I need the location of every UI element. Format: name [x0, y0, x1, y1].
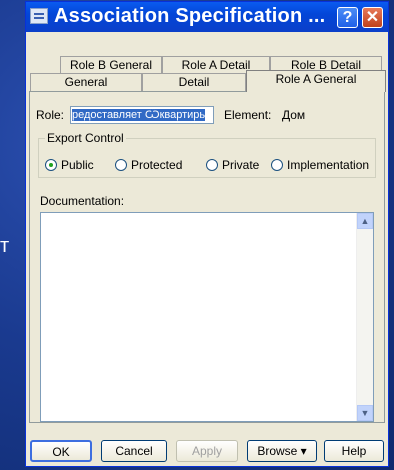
export-control-title: Export Control — [45, 131, 126, 145]
close-button[interactable]: ✕ — [362, 7, 383, 28]
window-title: Association Specification ... — [54, 5, 326, 27]
role-input[interactable]: редоставляет Ѿквартирь — [70, 106, 214, 124]
background-letter: т — [0, 235, 10, 257]
browse-button[interactable]: Browse ▾ — [247, 440, 317, 462]
tab-general[interactable]: General — [30, 73, 142, 91]
radio-protected[interactable] — [115, 159, 127, 171]
tab-panel-role-a-general: Role: редоставляет Ѿквартирь Element: До… — [29, 91, 385, 423]
radio-private-label[interactable]: Private — [222, 158, 259, 172]
radio-protected-label[interactable]: Protected — [131, 158, 182, 172]
documentation-textarea[interactable]: ▲ ▼ — [40, 212, 374, 422]
scroll-down-icon[interactable]: ▼ — [357, 405, 373, 421]
help-button[interactable]: Help — [324, 440, 384, 462]
apply-button[interactable]: Apply — [176, 440, 238, 462]
radio-public[interactable] — [45, 159, 57, 171]
help-title-button[interactable]: ? — [337, 7, 358, 28]
element-value: Дом — [282, 108, 306, 122]
element-label: Element: — [224, 108, 272, 122]
radio-private[interactable] — [206, 159, 218, 171]
export-control-group: Export Control Public Protected Private … — [38, 131, 376, 178]
tab-detail[interactable]: Detail — [142, 73, 246, 91]
window-app-icon — [30, 8, 48, 24]
title-bar[interactable]: Association Specification ... ? ✕ — [26, 2, 388, 32]
documentation-label: Documentation: — [40, 194, 125, 208]
radio-implementation-label[interactable]: Implementation — [287, 158, 369, 172]
role-input-value: редоставляет Ѿквартирь — [72, 109, 206, 121]
tab-strip: Role B General Role A Detail Role B Deta… — [26, 32, 388, 92]
association-spec-dialog: Association Specification ... ? ✕ Role B… — [25, 1, 389, 467]
role-label: Role: — [36, 108, 65, 122]
radio-implementation[interactable] — [271, 159, 283, 171]
tab-role-b-general[interactable]: Role B General — [60, 56, 162, 74]
scroll-up-icon[interactable]: ▲ — [357, 213, 373, 229]
radio-public-label[interactable]: Public — [61, 158, 94, 172]
cancel-button[interactable]: Cancel — [101, 440, 167, 462]
documentation-scrollbar[interactable]: ▲ ▼ — [356, 213, 373, 421]
tab-role-a-general[interactable]: Role A General — [246, 70, 386, 92]
ok-button[interactable]: OK — [30, 440, 92, 462]
